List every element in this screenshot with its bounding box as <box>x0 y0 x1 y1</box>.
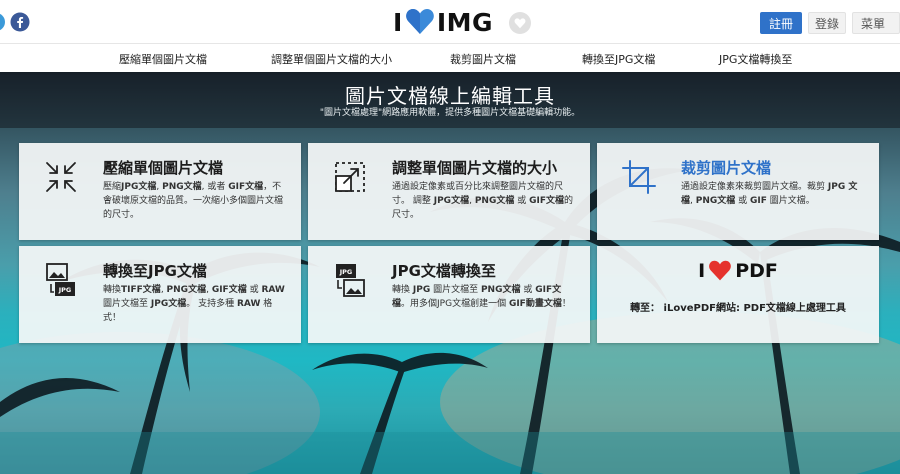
tool-card-convert-from-jpg[interactable]: JPG JPG文檔轉換至 轉換 JPG 圖片文檔至 PNG文檔 或 GIF文檔。… <box>308 246 590 343</box>
tool-description: 轉換 JPG 圖片文檔至 PNG文檔 或 GIF文檔。用多個JPG文檔創建一個 … <box>392 285 571 309</box>
menu-button[interactable]: 菜單 <box>852 12 900 34</box>
tool-title: JPG文檔轉換至 <box>392 262 496 280</box>
convert-to-jpg-icon: JPG <box>46 263 75 296</box>
logo-text-img: IMG <box>436 7 494 37</box>
crop-icon <box>622 160 656 194</box>
heart-red-icon <box>709 260 732 281</box>
compress-icon <box>46 162 76 192</box>
site-logo[interactable]: I IMG <box>393 7 494 37</box>
nav-item-crop[interactable]: 裁剪圖片文檔 <box>450 51 516 67</box>
main-nav: 壓縮單個圖片文檔 調整單個圖片文檔的大小 裁剪圖片文檔 轉換至JPG文檔 JPG… <box>0 44 900 72</box>
ilovepdf-promo-card[interactable]: I PDF 轉至： iLovePDF網站: PDF文檔線上處理工具 <box>597 246 879 343</box>
ilovepdf-link[interactable]: 轉至： iLovePDF網站: PDF文檔線上處理工具 <box>597 299 879 314</box>
tool-description: 通過設定像素來裁剪圖片文檔。裁剪 JPG 文檔, PNG文檔 或 GIF 圖片文… <box>681 182 858 206</box>
register-button[interactable]: 註冊 <box>760 12 802 34</box>
tool-card-resize[interactable]: 調整單個圖片文檔的大小 通過設定像素或百分比來調整圖片文檔的尺寸。 調整 JPG… <box>308 143 590 240</box>
tool-title: 裁剪圖片文檔 <box>681 159 772 177</box>
top-header: I IMG 註冊 登錄 菜單 <box>0 0 900 44</box>
tool-description: 轉換TIFF文檔, PNG文檔, GIF文檔 或 RAW 圖片文檔至 JPG文檔… <box>103 285 285 323</box>
tool-description: 壓縮JPG文檔, PNG文檔, 或者 GIF文檔，不會破壞原文檔的品質。一次縮小… <box>103 182 284 220</box>
nav-item-convert-from-jpg[interactable]: JPG文檔轉換至 <box>719 51 792 67</box>
tool-description: 通過設定像素或百分比來調整圖片文檔的尺寸。 調整 JPG文檔, PNG文檔 或 … <box>392 182 573 220</box>
pdf-logo-text-i: I <box>698 260 706 282</box>
heart-logo-icon <box>405 9 434 34</box>
tool-title: 壓縮單個圖片文檔 <box>103 159 224 177</box>
tool-card-compress[interactable]: 壓縮單個圖片文檔 壓縮JPG文檔, PNG文檔, 或者 GIF文檔，不會破壞原文… <box>19 143 301 240</box>
resize-icon <box>335 162 365 192</box>
ilovepdf-logo: I PDF <box>597 260 879 282</box>
svg-text:JPG: JPG <box>339 268 353 276</box>
facebook-icon[interactable] <box>10 12 30 32</box>
tool-card-crop[interactable]: 裁剪圖片文檔 通過設定像素來裁剪圖片文檔。裁剪 JPG 文檔, PNG文檔 或 … <box>597 143 879 240</box>
tool-title: 調整單個圖片文檔的大小 <box>392 159 558 177</box>
heart-badge-icon[interactable] <box>509 12 531 34</box>
svg-text:JPG: JPG <box>58 286 72 294</box>
pdf-logo-text-pdf: PDF <box>735 260 778 282</box>
twitter-icon[interactable] <box>0 12 6 32</box>
convert-from-jpg-icon: JPG <box>336 264 365 297</box>
tool-card-convert-to-jpg[interactable]: JPG 轉換至JPG文檔 轉換TIFF文檔, PNG文檔, GIF文檔 或 RA… <box>19 246 301 343</box>
nav-item-convert-to-jpg[interactable]: 轉換至JPG文檔 <box>582 51 655 67</box>
tool-title: 轉換至JPG文檔 <box>103 262 207 280</box>
nav-item-resize[interactable]: 調整單個圖片文檔的大小 <box>271 51 392 67</box>
logo-text-i: I <box>393 7 403 37</box>
nav-item-compress[interactable]: 壓縮單個圖片文檔 <box>119 51 207 67</box>
hero-subtitle: "圖片文檔處理"網路應用軟體，提供多種圖片文檔基礎編輯功能。 <box>319 108 581 118</box>
login-button[interactable]: 登錄 <box>808 12 846 34</box>
